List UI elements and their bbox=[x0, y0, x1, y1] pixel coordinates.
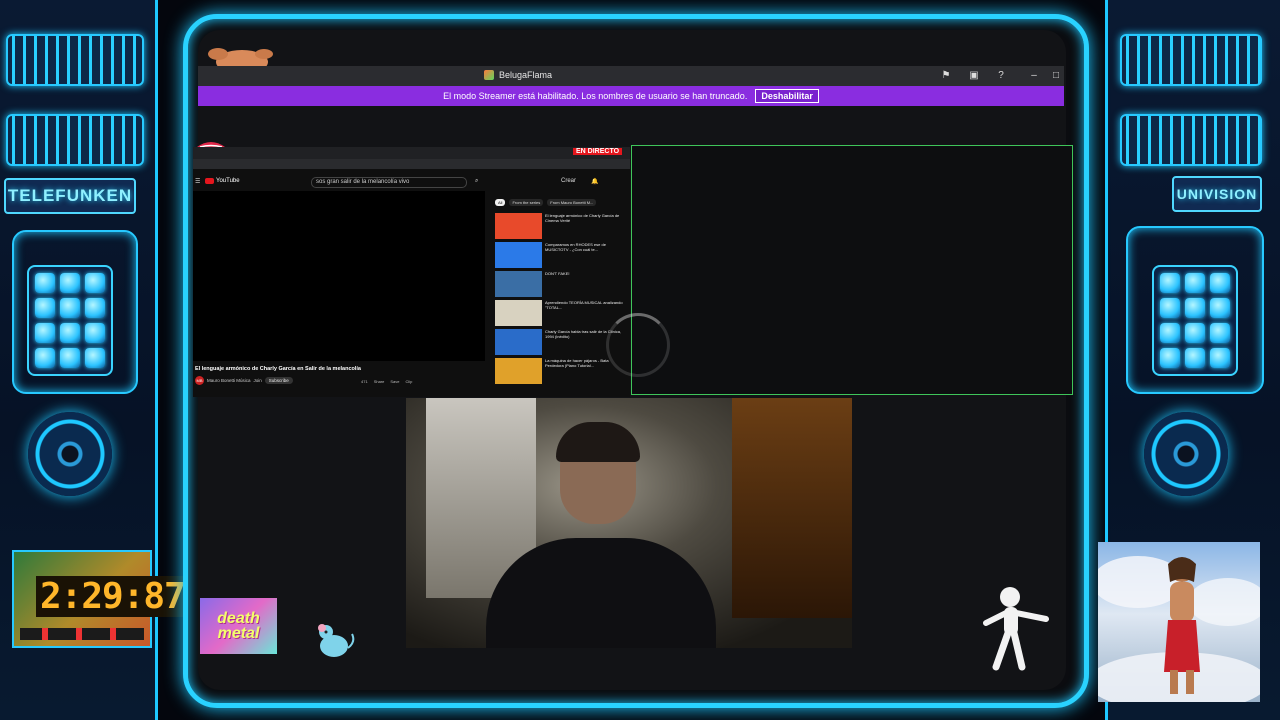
video-thumbnail bbox=[495, 358, 542, 384]
preview-selection[interactable] bbox=[631, 145, 1073, 395]
streamer-banner-text: El modo Streamer está habilitado. Los no… bbox=[443, 91, 748, 101]
youtube-header: ☰ YouTube sos gran salir de la melancolí… bbox=[193, 175, 630, 189]
help-icon[interactable]: ? bbox=[993, 68, 1009, 84]
streamer-mode-banner: El modo Streamer está habilitado. Los no… bbox=[198, 86, 1064, 106]
webcam-shelf bbox=[732, 398, 852, 618]
channel-row: MB Mauro Bonetti Música Join Subscribe bbox=[195, 376, 293, 385]
video-thumbnail bbox=[495, 213, 542, 239]
minimize-icon[interactable]: – bbox=[1026, 68, 1042, 84]
rec-title: DON'T FAKE! bbox=[545, 271, 570, 276]
video-actions: 471 Share Save Clip bbox=[361, 379, 412, 384]
rec-title: Comparamos en RHODES ese de MUSICTOTV - … bbox=[545, 242, 606, 252]
create-button[interactable]: Crear bbox=[561, 178, 576, 184]
video-thumbnail bbox=[495, 300, 542, 326]
left-overlay-panel: TELEFUNKEN 2:29:87 bbox=[0, 0, 189, 720]
vent-mid-left bbox=[6, 114, 144, 166]
chip-series[interactable]: From the series bbox=[509, 199, 544, 206]
loading-spinner-icon bbox=[606, 313, 670, 377]
save-button[interactable]: Save bbox=[390, 379, 399, 384]
browser-address-bar[interactable] bbox=[193, 159, 630, 169]
clock-widget: 2:29:87 bbox=[12, 550, 189, 648]
keypad-left bbox=[27, 265, 113, 376]
video-title: El lenguaje armónico de Charly García en… bbox=[195, 366, 361, 372]
video-thumbnail bbox=[495, 271, 542, 297]
chip-all[interactable]: All bbox=[495, 199, 506, 206]
app-title: BelugaFlama bbox=[484, 70, 552, 80]
clock-strip bbox=[20, 628, 144, 640]
clip-button[interactable]: Clip bbox=[406, 379, 413, 384]
webcam-person-hair bbox=[556, 422, 640, 462]
death-metal-sticker: death metal bbox=[200, 598, 277, 654]
search-icon[interactable]: ⌕ bbox=[475, 178, 478, 185]
rec-title: El lenguaje armónico de Charly García de… bbox=[545, 213, 620, 223]
overlay-right-label: UNIVISION bbox=[1172, 176, 1262, 212]
list-item[interactable]: Aprendiendo TEORÍA MUSICAL analizando "T… bbox=[495, 300, 625, 329]
angel-figure-icon bbox=[1098, 556, 1260, 702]
app-title-text: BelugaFlama bbox=[499, 70, 553, 80]
browser-capture: EN DIRECTO ☰ YouTube sos gran salir de l… bbox=[193, 147, 630, 397]
live-badge: EN DIRECTO bbox=[573, 148, 623, 155]
youtube-play-icon bbox=[205, 178, 214, 184]
menu-icon[interactable]: ☰ bbox=[195, 178, 200, 185]
webcam-feed bbox=[406, 398, 852, 648]
dial-left bbox=[28, 412, 112, 496]
flag-icon[interactable]: ⚑ bbox=[938, 68, 954, 84]
youtube-logo-text: YouTube bbox=[216, 178, 240, 184]
vent-mid-right bbox=[1120, 114, 1262, 166]
join-button[interactable]: Join bbox=[254, 378, 262, 383]
dancing-figure-icon bbox=[983, 587, 1049, 671]
video-thumbnail bbox=[495, 242, 542, 268]
app-logo-icon bbox=[484, 70, 494, 80]
keypad-right bbox=[1152, 265, 1238, 376]
browser-tabstrip[interactable]: EN DIRECTO bbox=[193, 147, 630, 159]
list-item[interactable]: DON'T FAKE! bbox=[495, 271, 625, 300]
recommendation-chips: All From the series From Mauro Bonetti M… bbox=[495, 199, 597, 206]
video-thumbnail bbox=[495, 329, 542, 355]
chip-channel[interactable]: From Mauro Bonetti M... bbox=[547, 199, 597, 206]
list-item[interactable]: La máquina de hacer pájaros - Bata Perde… bbox=[495, 358, 625, 387]
list-item[interactable]: El lenguaje armónico de Charly García de… bbox=[495, 213, 625, 242]
list-item[interactable]: Comparamos en RHODES ese de MUSICTOTV - … bbox=[495, 242, 625, 271]
vent-top-left bbox=[6, 34, 144, 86]
inbox-icon[interactable]: ▣ bbox=[966, 68, 982, 84]
mouse-sticker-icon bbox=[318, 624, 355, 657]
video-player[interactable] bbox=[193, 191, 485, 361]
recommendation-list: El lenguaje armónico de Charly García de… bbox=[495, 213, 625, 387]
youtube-logo[interactable]: YouTube bbox=[205, 178, 240, 184]
disable-streamer-button[interactable]: Deshabilitar bbox=[755, 89, 819, 103]
share-button[interactable]: Share bbox=[374, 379, 385, 384]
overlay-left-label: TELEFUNKEN bbox=[4, 178, 136, 214]
youtube-search-input[interactable]: sos gran salir de la melancolía vivo bbox=[311, 177, 467, 188]
maximize-icon[interactable]: □ bbox=[1048, 68, 1064, 84]
subscribe-button[interactable]: Subscribe bbox=[264, 377, 293, 384]
clock-digits: 2:29:87 bbox=[36, 576, 189, 617]
angel-figure-image bbox=[1098, 542, 1260, 702]
like-button[interactable]: 471 bbox=[361, 379, 368, 384]
notifications-icon[interactable]: 🔔 bbox=[591, 178, 598, 185]
channel-avatar[interactable]: MB bbox=[195, 376, 204, 385]
dial-right bbox=[1144, 412, 1228, 496]
vent-top-right bbox=[1120, 34, 1262, 86]
channel-name[interactable]: Mauro Bonetti Música bbox=[207, 378, 251, 383]
app-titlebar: BelugaFlama ⚑ ▣ ? – □ bbox=[198, 66, 1064, 86]
